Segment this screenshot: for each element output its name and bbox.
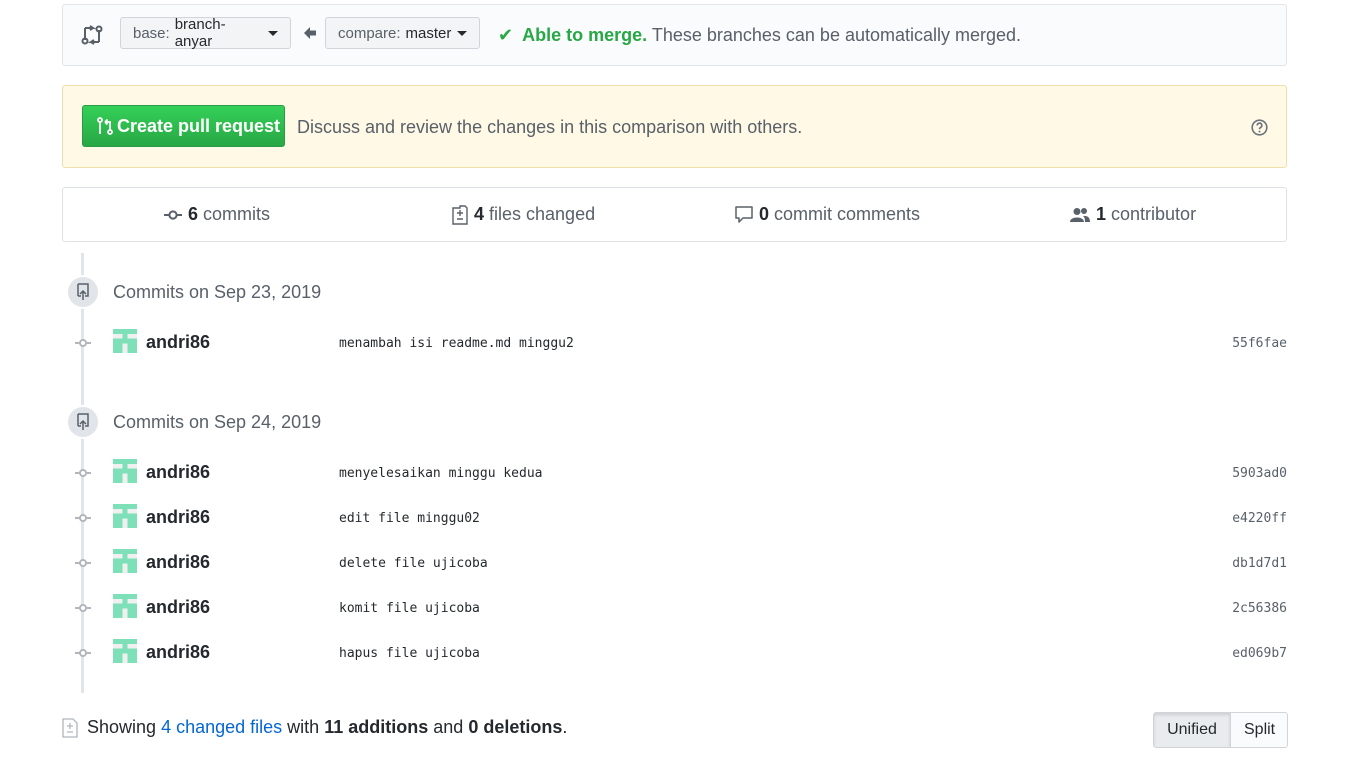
- commit-author[interactable]: andri86: [146, 332, 210, 353]
- avatar[interactable]: [113, 504, 137, 528]
- git-commit-icon: [164, 209, 182, 220]
- unified-view-button[interactable]: Unified: [1154, 713, 1231, 747]
- create-pull-request-button[interactable]: Create pull request: [82, 105, 285, 147]
- commits-label: commits: [203, 204, 271, 224]
- git-commit-icon: [75, 559, 91, 567]
- files-count: 4: [474, 204, 485, 224]
- git-pull-request-icon: [97, 117, 113, 135]
- base-prefix: base:: [133, 24, 170, 42]
- diff-view-toggle: Unified Split: [1153, 712, 1288, 748]
- pull-request-box: Create pull request Discuss and review t…: [62, 85, 1287, 168]
- commit-group-title: Commits on Sep 24, 2019: [113, 412, 322, 432]
- git-commit-icon: [75, 339, 91, 347]
- split-view-button[interactable]: Split: [1231, 713, 1287, 747]
- files-summary-with: with: [287, 717, 320, 737]
- people-icon: [1070, 207, 1090, 222]
- avatar[interactable]: [113, 594, 137, 618]
- avatar[interactable]: [113, 459, 137, 483]
- commit-message[interactable]: hapus file ujicoba: [339, 646, 480, 661]
- base-branch-name: branch-anyar: [174, 16, 226, 50]
- avatar[interactable]: [113, 549, 137, 573]
- commit-author[interactable]: andri86: [146, 642, 210, 663]
- git-compare-icon[interactable]: [81, 25, 103, 45]
- pull-request-description: Discuss and review the changes in this c…: [297, 117, 803, 137]
- merge-status-strong: Able to merge.: [522, 25, 648, 45]
- changed-files-link[interactable]: 4 changed files: [161, 717, 282, 738]
- file-diff-icon: [452, 204, 468, 225]
- additions-count: 11 additions: [324, 717, 429, 737]
- commit-sha[interactable]: e4220ff: [1232, 511, 1287, 526]
- caret-down-icon: [268, 30, 278, 36]
- avatar[interactable]: [113, 639, 137, 663]
- commits-count: 6: [188, 204, 199, 224]
- commit-comments-tab[interactable]: 0 commit comments: [735, 204, 920, 225]
- files-summary-showing: Showing: [87, 717, 157, 737]
- avatar[interactable]: [113, 329, 137, 353]
- comments-count: 0: [759, 204, 770, 224]
- merge-status-text: These branches can be automatically merg…: [651, 25, 1022, 45]
- commit-message[interactable]: edit file minggu02: [339, 511, 480, 526]
- repo-push-icon: [66, 275, 100, 309]
- range-editor: base: branch-anyar compare: master ✔ Abl…: [62, 4, 1287, 66]
- commit-message[interactable]: delete file ujicoba: [339, 556, 488, 571]
- file-diff-icon: [62, 717, 78, 738]
- files-summary-and: and: [433, 717, 464, 737]
- base-branch-select[interactable]: base: branch-anyar: [120, 16, 291, 50]
- git-commit-icon: [75, 514, 91, 522]
- commit-group-title: Commits on Sep 23, 2019: [113, 282, 322, 302]
- commits-tab[interactable]: 6 commits: [164, 204, 270, 225]
- contributors-label: contributor: [1111, 204, 1197, 224]
- git-commit-icon: [75, 604, 91, 612]
- caret-down-icon: [457, 30, 468, 36]
- comment-icon: [735, 206, 753, 223]
- commit-sha[interactable]: 5903ad0: [1232, 466, 1287, 481]
- compare-prefix: compare:: [338, 24, 401, 42]
- contributors-tab[interactable]: 1 contributor: [1070, 204, 1196, 225]
- commit-sha[interactable]: ed069b7: [1232, 646, 1287, 661]
- compare-branch-name: master: [405, 24, 452, 42]
- contributors-count: 1: [1096, 204, 1107, 224]
- compare-branch-select[interactable]: compare: master: [325, 17, 480, 49]
- files-summary: Showing 4 changed files with 11 addition…: [62, 717, 567, 738]
- git-commit-icon: [75, 469, 91, 477]
- commit-message[interactable]: menyelesaikan minggu kedua: [339, 466, 543, 481]
- compare-summary: 6 commits 4 files changed 0 commit comme…: [62, 187, 1287, 242]
- commit-sha[interactable]: db1d7d1: [1232, 556, 1287, 571]
- files-changed-tab[interactable]: 4 files changed: [452, 204, 595, 225]
- commit-author[interactable]: andri86: [146, 597, 210, 618]
- create-pull-request-label: Create pull request: [117, 115, 281, 136]
- files-label: files changed: [489, 204, 596, 224]
- check-icon: ✔: [498, 25, 514, 45]
- arrow-left-icon: [304, 27, 316, 39]
- commit-message[interactable]: komit file ujicoba: [339, 601, 480, 616]
- commit-author[interactable]: andri86: [146, 552, 210, 573]
- commit-sha[interactable]: 2c56386: [1232, 601, 1287, 616]
- merge-status: ✔ Able to merge. These branches can be a…: [498, 25, 1021, 46]
- commit-author[interactable]: andri86: [146, 462, 210, 483]
- comments-label: commit comments: [774, 204, 921, 224]
- repo-push-icon: [66, 405, 100, 439]
- files-summary-period: .: [562, 717, 568, 737]
- commit-sha[interactable]: 55f6fae: [1232, 336, 1287, 351]
- deletions-count: 0 deletions: [468, 717, 563, 737]
- question-icon[interactable]: [1251, 119, 1268, 136]
- git-commit-icon: [75, 649, 91, 657]
- commit-message[interactable]: menambah isi readme.md minggu2: [339, 336, 574, 351]
- commit-author[interactable]: andri86: [146, 507, 210, 528]
